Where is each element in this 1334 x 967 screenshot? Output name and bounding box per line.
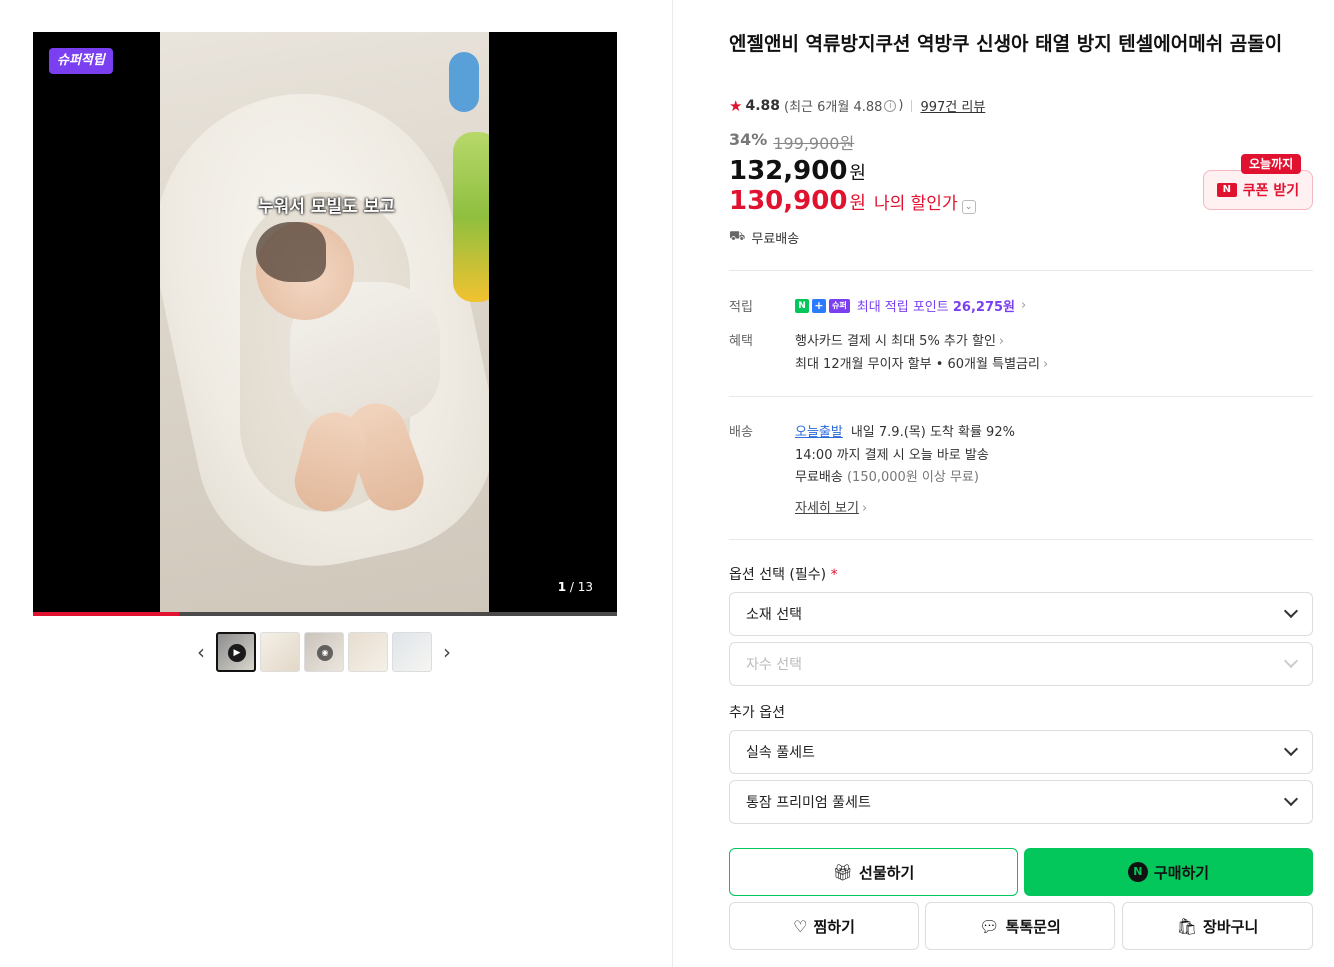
- detail-link[interactable]: 자세히 보기: [795, 501, 859, 516]
- thumbnail-1[interactable]: ▶: [216, 632, 256, 672]
- points-label: 적립: [729, 300, 753, 315]
- 360-icon: ◉: [317, 645, 333, 661]
- reviews-link[interactable]: 997건 리뷰: [920, 96, 985, 115]
- original-price-row: 34% 199,900원: [729, 130, 854, 154]
- thumbnail-2[interactable]: [260, 632, 300, 672]
- embroidery-select: 자수 선택: [729, 642, 1313, 686]
- free-shipping: ⛟ 무료배송: [729, 229, 800, 247]
- extra-option-select-2[interactable]: 통잠 프리미엄 풀세트: [729, 780, 1313, 824]
- product-page: 누워서 모빌도 보고 슈퍼적립 1 / 13 ‹ ▶ ◉ › 엔젤앤비 역류방지…: [0, 0, 1334, 967]
- chevron-down-icon[interactable]: ⌄: [961, 200, 976, 214]
- divider: [729, 539, 1313, 540]
- play-icon: ▶: [228, 644, 246, 662]
- points-value: 26,275원: [952, 300, 1016, 315]
- video-caption: 누워서 모빌도 보고: [258, 197, 395, 217]
- chevron-down-icon: [1283, 741, 1299, 757]
- gift-icon: 🎁︎: [832, 862, 854, 882]
- plus-icon: +: [812, 298, 826, 313]
- my-price-label: 나의 할인가: [873, 194, 958, 214]
- truck-icon: ⛟: [729, 229, 746, 244]
- rating-score: 4.88: [745, 97, 780, 114]
- sale-price-row: 132,900 원: [729, 156, 866, 186]
- chevron-down-icon: [1283, 791, 1299, 807]
- material-select[interactable]: 소재 선택: [729, 592, 1313, 636]
- star-icon: ★: [729, 96, 743, 115]
- delivery-arrival: 오늘출발 내일 7.9.(목) 도착 확률 92%: [795, 425, 1015, 440]
- wish-button[interactable]: ♡ 찜하기: [729, 902, 919, 950]
- delivery-free: 무료배송 (150,000원 이상 무료): [795, 470, 979, 485]
- perks-label: 혜택: [729, 334, 753, 349]
- perk-installment[interactable]: 최대 12개월 무이자 할부 • 60개월 특별금리 ›: [795, 353, 1048, 372]
- points-row[interactable]: N + 슈퍼 최대 적립 포인트 26,275원 ›: [795, 296, 1026, 315]
- chevron-right-icon: ›: [1021, 298, 1027, 313]
- super-icon: 슈퍼: [829, 298, 850, 313]
- super-points-badge: 슈퍼적립: [49, 48, 113, 74]
- required-options-label: 옵션 선택 (필수) *: [729, 567, 838, 583]
- recent-rating: (최근 6개월 4.88: [784, 100, 883, 115]
- naver-pay-icon: N: [1127, 862, 1148, 882]
- media-viewer[interactable]: 누워서 모빌도 보고 슈퍼적립 1 / 13: [33, 32, 617, 616]
- divider: [729, 270, 1313, 271]
- thumbnail-3[interactable]: ◉: [304, 632, 344, 672]
- buy-button[interactable]: N 구매하기: [1024, 848, 1313, 896]
- naver-logo-icon: N: [1216, 183, 1237, 197]
- product-title: 엔젤앤비 역류방지쿠션 역방쿠 신생아 태열 방지 텐셀에어메쉬 곰돌이: [729, 33, 1283, 55]
- coupon-button[interactable]: N 쿠폰 받기: [1203, 170, 1313, 210]
- today-ship-link[interactable]: 오늘출발: [795, 425, 843, 440]
- original-price: 199,900원: [773, 134, 855, 153]
- chevron-right-icon: ›: [998, 334, 1005, 349]
- naver-n-icon: N: [795, 298, 809, 313]
- chat-icon: 💬︎: [979, 916, 1000, 936]
- talktalk-button[interactable]: 💬︎ 톡톡문의: [925, 902, 1115, 950]
- info-icon[interactable]: i: [884, 99, 897, 112]
- thumbnail-strip: ‹ ▶ ◉ ›: [190, 632, 460, 672]
- product-photo: 누워서 모빌도 보고: [160, 32, 489, 616]
- heart-icon: ♡: [793, 916, 808, 936]
- rating-row: ★ 4.88 (최근 6개월 4.88 i ) 997건 리뷰: [729, 96, 986, 116]
- video-progress-fill: [33, 612, 179, 616]
- divider: [729, 396, 1313, 397]
- separator: [911, 99, 913, 112]
- delivery-cutoff: 14:00 까지 결제 시 오늘 바로 발송: [795, 448, 989, 463]
- chevron-down-icon: [1283, 653, 1299, 669]
- my-price-row[interactable]: 130,900 원 나의 할인가 ⌄: [729, 186, 976, 216]
- delivery-detail[interactable]: 자세히 보기 ›: [795, 497, 867, 516]
- slide-counter: 1 / 13: [557, 580, 593, 594]
- next-arrow-icon[interactable]: ›: [436, 632, 458, 672]
- perk-card-discount[interactable]: 행사카드 결제 시 최대 5% 추가 할인 ›: [795, 330, 1004, 349]
- discount-rate: 34%: [729, 130, 768, 149]
- prev-arrow-icon[interactable]: ‹: [190, 632, 212, 672]
- sale-price: 132,900: [729, 156, 848, 186]
- thumbnail-5[interactable]: [392, 632, 432, 672]
- my-price: 130,900: [729, 186, 848, 216]
- chevron-right-icon: ›: [861, 501, 868, 516]
- delivery-label: 배송: [729, 425, 753, 440]
- video-progress-bar[interactable]: [33, 612, 617, 616]
- column-divider: [672, 0, 673, 967]
- extra-options-label: 추가 옵션: [729, 705, 785, 721]
- cart-button[interactable]: 🛍︎ 장바구니: [1122, 902, 1313, 950]
- coupon-deadline-tag: 오늘까지: [1241, 154, 1302, 174]
- chevron-right-icon: ›: [1042, 357, 1049, 372]
- gift-button[interactable]: 🎁︎ 선물하기: [729, 848, 1018, 896]
- extra-option-select-1[interactable]: 실속 풀세트: [729, 730, 1313, 774]
- thumbnail-4[interactable]: [348, 632, 388, 672]
- chevron-down-icon: [1283, 603, 1299, 619]
- cart-icon: 🛍︎: [1176, 916, 1198, 936]
- coupon-label: 쿠폰 받기: [1242, 183, 1300, 199]
- mobile-toy: [453, 132, 489, 302]
